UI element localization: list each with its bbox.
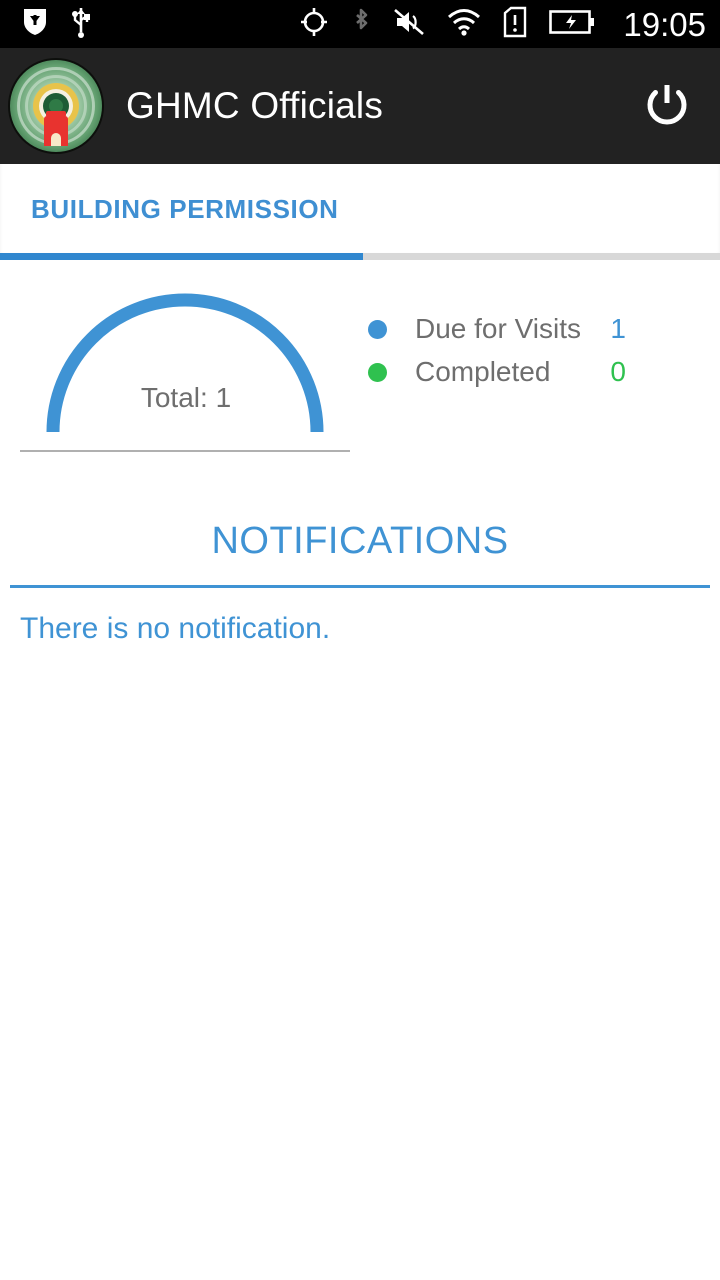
battery-charging-icon bbox=[549, 9, 595, 40]
legend-value: 1 bbox=[610, 313, 626, 344]
power-icon[interactable] bbox=[636, 75, 698, 137]
app-bar: GHMC Officials bbox=[0, 48, 720, 164]
notifications-section: NOTIFICATIONS There is no notification. bbox=[0, 510, 720, 646]
legend-item-completed: Completed 0 bbox=[368, 351, 698, 393]
summary-chart-section: Total: 1 Due for Visits 1 Completed 0 bbox=[0, 260, 720, 510]
tab-label: BUILDING PERMISSION bbox=[31, 193, 339, 224]
status-bar-right-icons: 19:05 bbox=[299, 6, 706, 43]
chart-total-label: Total: 1 bbox=[140, 382, 232, 413]
tab-building-permission[interactable]: BUILDING PERMISSION bbox=[0, 164, 363, 254]
app-title: GHMC Officials bbox=[126, 85, 384, 126]
notifications-heading: NOTIFICATIONS bbox=[211, 520, 509, 562]
gps-location-icon bbox=[299, 6, 329, 43]
bluetooth-icon bbox=[351, 6, 371, 43]
shield-icon bbox=[22, 7, 48, 42]
half-donut-chart bbox=[0, 280, 372, 456]
notifications-empty-message: There is no notification. bbox=[20, 612, 331, 645]
tab-bar: BUILDING PERMISSION bbox=[0, 164, 720, 260]
notifications-divider bbox=[10, 585, 710, 588]
legend-dot-green-icon bbox=[368, 362, 387, 382]
tab-selected-indicator bbox=[0, 253, 363, 260]
legend-label: Completed bbox=[415, 356, 551, 387]
chart-legend: Due for Visits 1 Completed 0 bbox=[368, 308, 698, 393]
sim-alert-icon bbox=[503, 6, 527, 43]
ghmc-emblem-logo bbox=[8, 58, 104, 154]
chart-baseline bbox=[20, 450, 350, 452]
volume-mute-icon bbox=[393, 7, 425, 42]
half-donut-chart-svg bbox=[46, 293, 324, 433]
legend-dot-blue-icon bbox=[368, 319, 387, 339]
legend-value: 0 bbox=[610, 356, 626, 387]
legend-label: Due for Visits bbox=[415, 313, 581, 344]
usb-icon bbox=[70, 6, 92, 43]
wifi-icon bbox=[447, 8, 481, 41]
status-bar-left-icons bbox=[22, 6, 92, 43]
legend-item-due-for-visits: Due for Visits 1 bbox=[368, 308, 698, 350]
status-bar: 19:05 bbox=[0, 0, 720, 48]
status-bar-clock: 19:05 bbox=[623, 5, 706, 43]
